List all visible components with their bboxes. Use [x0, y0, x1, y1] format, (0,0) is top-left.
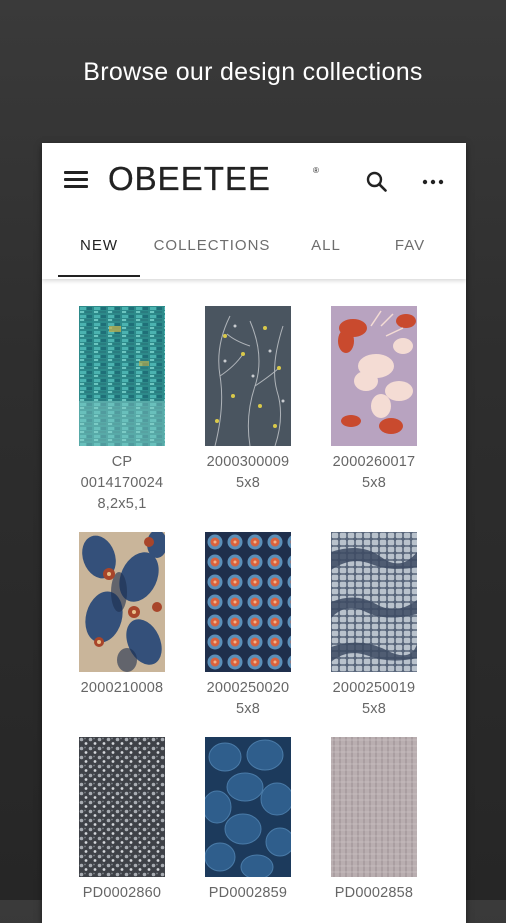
product-code: PD0002860 — [59, 883, 185, 904]
product-code: 2000210008 — [59, 678, 185, 699]
product-code-line: PD0002858 — [334, 885, 414, 901]
hamburger-menu-icon[interactable] — [64, 171, 88, 189]
product-code: 2000250020 5x8 — [185, 678, 311, 720]
tab-fav[interactable]: FAV — [378, 235, 442, 281]
product-code: 2000250019 5x8 — [311, 678, 437, 720]
promo-title: Browse our design collections — [83, 58, 423, 86]
product-code-line: PD0002860 — [82, 885, 162, 901]
app-screen: OBEETEE ® NEW COLLECTIONS ALL FAV CP 001… — [42, 143, 466, 923]
product-size: 5x8 — [236, 701, 260, 717]
product-code: PD0002859 — [185, 883, 311, 904]
more-vert-icon[interactable] — [420, 169, 446, 195]
product-code: 2000260017 5x8 — [311, 452, 437, 494]
product-thumbnail — [331, 737, 417, 877]
tab-collections[interactable]: COLLECTIONS — [148, 235, 276, 281]
product-card[interactable]: 2000250019 5x8 — [311, 532, 437, 720]
search-icon[interactable] — [364, 169, 390, 195]
brand-logo: OBEETEE — [108, 160, 271, 197]
product-thumbnail — [79, 737, 165, 877]
product-code-line: 2000210008 — [80, 680, 164, 696]
product-size: 5x8 — [236, 475, 260, 491]
product-code-line: 2000260017 — [332, 454, 416, 470]
product-code-line: PD0002859 — [208, 885, 288, 901]
product-thumbnail — [205, 306, 291, 446]
active-tab-indicator — [58, 275, 140, 277]
product-thumbnail — [331, 532, 417, 672]
product-card[interactable]: 2000250020 5x8 — [185, 532, 311, 720]
product-code-line: CP — [111, 454, 133, 470]
product-size: 5x8 — [362, 701, 386, 717]
product-code-line: 2000250020 — [206, 680, 290, 696]
registered-mark: ® — [313, 166, 319, 175]
product-code: PD0002858 — [311, 883, 437, 904]
product-thumbnail — [331, 306, 417, 446]
tab-bar: NEW COLLECTIONS ALL FAV — [42, 233, 466, 279]
product-size: 8,2x5,1 — [97, 496, 147, 512]
product-thumbnail — [79, 306, 165, 446]
product-card[interactable]: 2000260017 5x8 — [311, 306, 437, 494]
app-bar: OBEETEE ® NEW COLLECTIONS ALL FAV — [42, 143, 466, 279]
product-card[interactable]: CP 0014170024 8,2x5,1 — [59, 306, 185, 515]
product-code-line: 2000300009 — [206, 454, 290, 470]
product-code: 2000300009 5x8 — [185, 452, 311, 494]
product-card[interactable]: 2000300009 5x8 — [185, 306, 311, 494]
product-code-line: 2000250019 — [332, 680, 416, 696]
product-code: CP 0014170024 8,2x5,1 — [59, 452, 185, 515]
product-thumbnail — [79, 532, 165, 672]
product-card[interactable]: PD0002859 — [185, 737, 311, 904]
product-card[interactable]: PD0002858 — [311, 737, 437, 904]
product-code-line: 0014170024 — [80, 475, 164, 491]
product-size: 5x8 — [362, 475, 386, 491]
product-thumbnail — [205, 737, 291, 877]
product-thumbnail — [205, 532, 291, 672]
tab-all[interactable]: ALL — [294, 235, 358, 281]
product-card[interactable]: 2000210008 — [59, 532, 185, 699]
product-card[interactable]: PD0002860 — [59, 737, 185, 904]
